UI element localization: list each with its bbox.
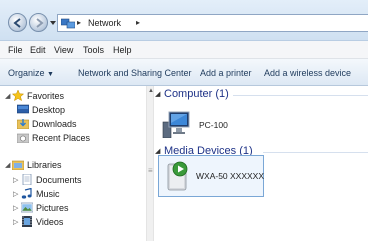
device-label: PC-100 [199, 120, 228, 130]
back-button[interactable] [8, 13, 27, 32]
group-divider [233, 95, 368, 96]
command-bar: Organize ▼ Network and Sharing Center Ad… [0, 59, 368, 86]
star-icon [12, 90, 24, 101]
tree-label: Desktop [32, 105, 66, 115]
expand-arrow-icon[interactable]: ▷ [13, 204, 18, 212]
downloads-folder-icon [17, 119, 29, 129]
tree-label: Documents [36, 175, 82, 185]
desktop-icon [17, 104, 29, 114]
libraries-icon [12, 160, 24, 170]
device-pc-100[interactable]: PC-100 [159, 108, 259, 140]
group-header-label: Computer (1) [164, 88, 229, 100]
breadcrumb-network[interactable]: Network [88, 18, 121, 28]
add-wireless-device-button[interactable]: Add a wireless device [264, 68, 351, 78]
group-header-computer[interactable]: ◢ Computer (1) [155, 88, 368, 102]
forward-button[interactable] [29, 13, 48, 32]
content-pane: ◢ Computer (1) PC-100 ◢ Media Devices (1… [155, 86, 368, 241]
menu-view[interactable]: View [54, 45, 73, 55]
forward-arrow-icon [36, 18, 44, 28]
device-wxa-50[interactable]: WXA-50 XXXXXX [158, 155, 264, 197]
group-divider [263, 152, 368, 153]
menu-file[interactable]: File [8, 45, 23, 55]
documents-icon [22, 174, 32, 185]
tree-label: Favorites [27, 91, 65, 101]
expand-arrow-icon[interactable]: ▷ [13, 218, 18, 226]
address-toolbar: ▸ Network ▸ [0, 0, 368, 41]
navigation-scrollbar[interactable]: ▲ ≡ [146, 86, 154, 241]
chevron-down-icon: ▼ [47, 71, 54, 78]
collapse-arrow-icon[interactable]: ◢ [155, 90, 160, 98]
organize-button[interactable]: Organize ▼ [8, 68, 54, 78]
tree-label: Libraries [27, 160, 62, 170]
menu-tools[interactable]: Tools [83, 45, 104, 55]
videos-icon [22, 216, 32, 227]
tree-label: Downloads [32, 119, 77, 129]
tree-label: Pictures [36, 203, 69, 213]
menu-bar: File Edit View Tools Help [0, 41, 368, 59]
expand-arrow-icon[interactable]: ▷ [13, 176, 18, 184]
breadcrumb-separator-icon[interactable]: ▸ [136, 18, 140, 27]
device-label: WXA-50 XXXXXX [196, 171, 265, 181]
computer-icon [162, 111, 190, 138]
media-device-icon [167, 161, 188, 191]
collapse-arrow-icon[interactable]: ◢ [155, 147, 160, 155]
expand-arrow-icon[interactable]: ▷ [13, 190, 18, 198]
collapse-arrow-icon[interactable]: ◢ [5, 161, 10, 169]
tree-label: Recent Places [32, 133, 91, 143]
network-icon [61, 18, 75, 29]
back-arrow-icon [13, 18, 21, 28]
breadcrumb-separator-icon[interactable]: ▸ [77, 18, 81, 27]
tree-label: Videos [36, 217, 64, 227]
address-bar[interactable]: ▸ Network ▸ [57, 14, 368, 32]
recent-places-icon [17, 133, 29, 143]
add-printer-button[interactable]: Add a printer [200, 68, 252, 78]
network-sharing-center-button[interactable]: Network and Sharing Center [78, 68, 192, 78]
collapse-arrow-icon[interactable]: ◢ [5, 92, 10, 100]
menu-help[interactable]: Help [113, 45, 132, 55]
scroll-grip-icon[interactable]: ≡ [148, 166, 153, 175]
organize-label: Organize [8, 68, 45, 78]
tree-label: Music [36, 189, 60, 199]
navigation-pane: ◢ Favorites Desktop Downloads Recent Pla… [0, 86, 146, 241]
scroll-up-arrow-icon[interactable]: ▲ [148, 88, 154, 94]
recent-pages-icon[interactable] [50, 20, 56, 26]
music-icon [21, 188, 32, 199]
pictures-icon [21, 202, 33, 213]
menu-edit[interactable]: Edit [30, 45, 46, 55]
